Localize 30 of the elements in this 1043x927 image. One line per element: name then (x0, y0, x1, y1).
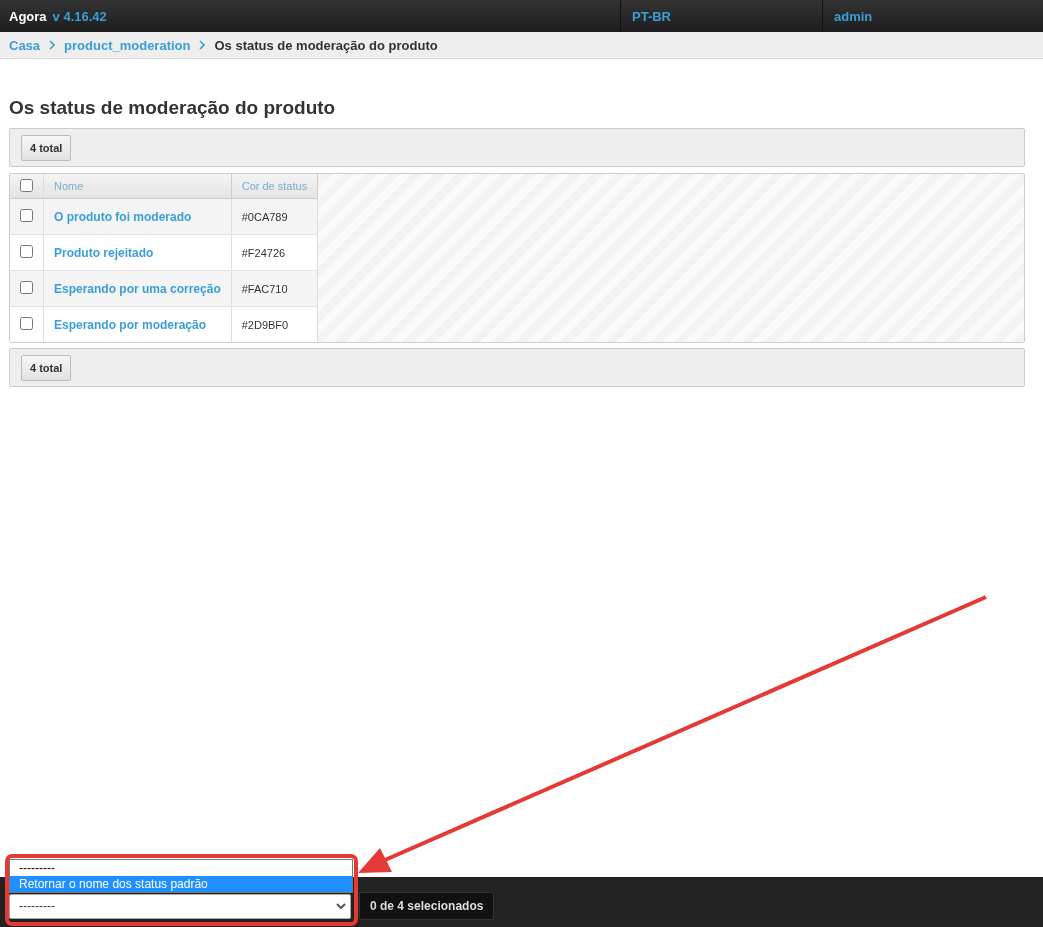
dropdown-option[interactable]: Retornar o nome dos status padrão (10, 875, 352, 892)
total-count-button[interactable]: 4 total (21, 134, 72, 161)
column-header[interactable]: Cor de status (231, 174, 318, 199)
color-code: #2D9BF0 (241, 318, 289, 331)
breadcrumb-link[interactable]: Casa (9, 37, 41, 53)
select-all-checkbox[interactable] (20, 178, 33, 192)
app-name[interactable]: Agora (9, 8, 47, 24)
version-label: v 4.16.42 (52, 8, 107, 24)
menu-link[interactable]: PT-BR (632, 8, 671, 24)
row-checkbox[interactable] (20, 245, 33, 258)
chevron-icon (199, 40, 206, 50)
action-select[interactable]: --------- (9, 893, 351, 919)
breadcrumb-link[interactable]: product_moderation (64, 37, 191, 53)
total-count-button[interactable]: 4 total (21, 354, 72, 381)
row-checkbox[interactable] (20, 281, 33, 294)
selection-counter: 0 de 4 selecionados (359, 892, 495, 920)
color-code: #F24726 (241, 246, 286, 259)
menu-link[interactable]: admin (834, 8, 873, 24)
chevron-icon (49, 40, 56, 50)
dropdown-option[interactable]: --------- (10, 859, 352, 876)
page-title: Os status de moderação do produto (9, 97, 337, 119)
caret-icon (336, 903, 346, 909)
column-header[interactable]: Nome (43, 174, 232, 199)
row-checkbox[interactable] (20, 209, 33, 222)
color-code: #FAC710 (241, 282, 288, 295)
breadcrumb-current: Os status de moderação do produto (214, 37, 438, 53)
row-checkbox[interactable] (20, 317, 33, 330)
status-name-link[interactable]: Produto rejeitado (54, 245, 154, 260)
status-name-link[interactable]: Esperando por moderação (54, 317, 207, 332)
color-code: #0CA789 (241, 210, 288, 223)
